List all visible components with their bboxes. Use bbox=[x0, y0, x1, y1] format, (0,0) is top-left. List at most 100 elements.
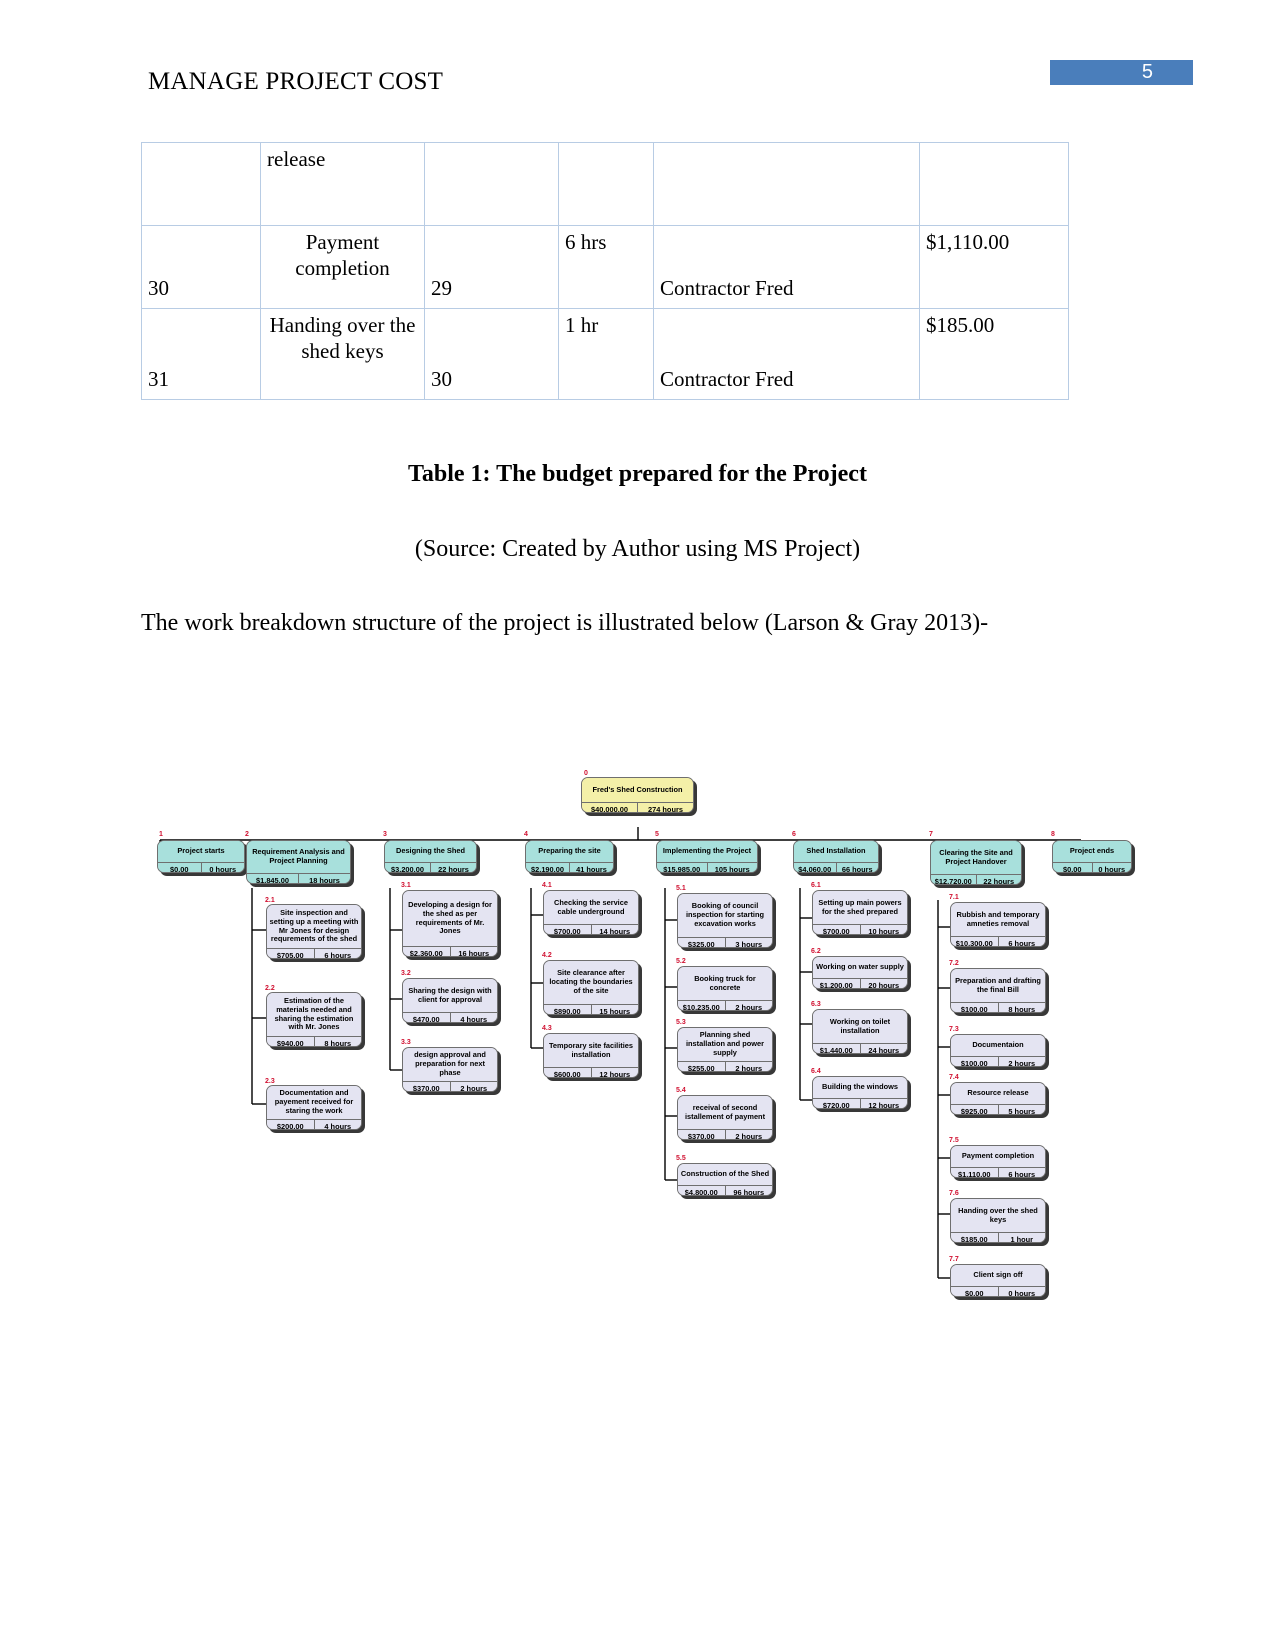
wbs-node-4-1[interactable]: Checking the service cable underground $… bbox=[543, 890, 639, 935]
wbs-node-cost: $4,060.00 bbox=[794, 863, 837, 872]
wbs-node-hours: 105 hours bbox=[707, 863, 757, 872]
wbs-node-hours: 2 hours bbox=[450, 1082, 497, 1091]
wbs-node-hours: 2 hours bbox=[725, 1130, 772, 1139]
wbs-connectors bbox=[159, 827, 1082, 1279]
wbs-node-hours: 6 hours bbox=[314, 949, 361, 958]
wbs-node-hours: 10 hours bbox=[860, 925, 907, 934]
wbs-number-4-3: 4.3 bbox=[542, 1025, 552, 1032]
wbs-node-cost: $925.00 bbox=[951, 1105, 999, 1114]
wbs-node-hours: 4 hours bbox=[314, 1120, 361, 1129]
wbs-node-3-1[interactable]: Developing a design for the shed as per … bbox=[402, 890, 498, 957]
wbs-number-5-2: 5.2 bbox=[676, 958, 686, 965]
wbs-node-hours: 0 hours bbox=[998, 1287, 1045, 1296]
wbs-node-7-6[interactable]: Handing over the shed keys $185.00 1 hou… bbox=[950, 1198, 1046, 1243]
wbs-number-2-2: 2.2 bbox=[265, 985, 275, 992]
wbs-node-label: Fred's Shed Construction bbox=[582, 778, 693, 803]
wbs-node-4[interactable]: Preparing the site $2,190.00 41 hours bbox=[525, 840, 614, 873]
wbs-node-hours: 5 hours bbox=[998, 1105, 1045, 1114]
wbs-node-5-1[interactable]: Booking of council inspection for starti… bbox=[677, 893, 773, 948]
wbs-node-label: Documentaion bbox=[951, 1035, 1045, 1057]
wbs-node-cost: $720.00 bbox=[813, 1099, 861, 1108]
wbs-node-3-2[interactable]: Sharing the design with client for appro… bbox=[402, 978, 498, 1023]
wbs-node-6-1[interactable]: Setting up main powers for the shed prep… bbox=[812, 890, 908, 935]
wbs-node-label: Handing over the shed keys bbox=[951, 1199, 1045, 1233]
wbs-node-2-1[interactable]: Site inspection and setting up a meeting… bbox=[266, 904, 362, 959]
wbs-node-hours: 22 hours bbox=[976, 875, 1021, 884]
wbs-node-label: receival of second istallement of paymen… bbox=[678, 1096, 772, 1130]
wbs-node-cost: $255.00 bbox=[678, 1062, 726, 1071]
wbs-number-3: 3 bbox=[383, 831, 387, 838]
wbs-number-7-1: 7.1 bbox=[949, 894, 959, 901]
wbs-node-hours: 18 hours bbox=[299, 874, 350, 883]
wbs-node-cost: $470.00 bbox=[403, 1013, 451, 1022]
wbs-node-cost: $1,440.00 bbox=[813, 1044, 861, 1053]
wbs-number-5: 5 bbox=[655, 831, 659, 838]
wbs-node-3-3[interactable]: design approval and preparation for next… bbox=[402, 1047, 498, 1092]
wbs-node-hours: 22 hours bbox=[431, 863, 476, 872]
wbs-number-4-2: 4.2 bbox=[542, 952, 552, 959]
wbs-node-label: Project ends bbox=[1053, 841, 1131, 863]
wbs-node-6-2[interactable]: Working on water supply $1,200.00 20 hou… bbox=[812, 956, 908, 989]
wbs-node-cost: $10,235.00 bbox=[678, 1001, 726, 1010]
wbs-node-hours: 8 hours bbox=[314, 1037, 361, 1046]
wbs-node-cost: $1,200.00 bbox=[813, 979, 861, 988]
wbs-node-cost: $325.00 bbox=[678, 938, 726, 947]
wbs-node-5[interactable]: Implementing the Project $15,985.00 105 … bbox=[656, 840, 758, 873]
wbs-number-7-6: 7.6 bbox=[949, 1190, 959, 1197]
wbs-node-hours: 41 hours bbox=[570, 863, 613, 872]
wbs-node-5-4[interactable]: receival of second istallement of paymen… bbox=[677, 1095, 773, 1140]
wbs-node-cost: $100.00 bbox=[951, 1057, 999, 1066]
wbs-node-hours: 0 hours bbox=[1092, 863, 1131, 872]
wbs-node-7-7[interactable]: Client sign off $0.00 0 hours bbox=[950, 1264, 1046, 1297]
wbs-node-label: Preparing the site bbox=[526, 841, 613, 863]
wbs-node-7[interactable]: Clearing the Site and Project Handover $… bbox=[930, 840, 1022, 885]
wbs-node-label: Checking the service cable underground bbox=[544, 891, 638, 925]
wbs-node-label: Developing a design for the shed as per … bbox=[403, 891, 497, 947]
wbs-number-6-4: 6.4 bbox=[811, 1068, 821, 1075]
wbs-node-5-3[interactable]: Planning shed installation and power sup… bbox=[677, 1027, 773, 1072]
wbs-node-7-3[interactable]: Documentaion $100.00 2 hours bbox=[950, 1034, 1046, 1067]
wbs-node-label: Setting up main powers for the shed prep… bbox=[813, 891, 907, 925]
wbs-node-label: Sharing the design with client for appro… bbox=[403, 979, 497, 1013]
wbs-node-hours: 14 hours bbox=[591, 925, 638, 934]
wbs-node-1[interactable]: Project starts $0.00 0 hours bbox=[157, 840, 245, 873]
wbs-node-hours: 2 hours bbox=[725, 1062, 772, 1071]
wbs-node-7-5[interactable]: Payment completion $1,110.00 6 hours bbox=[950, 1145, 1046, 1178]
wbs-node-5-2[interactable]: Booking truck for concrete $10,235.00 2 … bbox=[677, 966, 773, 1011]
wbs-node-cost: $185.00 bbox=[951, 1233, 999, 1242]
wbs-number-0: 0 bbox=[584, 770, 588, 777]
wbs-node-5-5[interactable]: Construction of the Shed $4,800.00 96 ho… bbox=[677, 1163, 773, 1196]
wbs-node-7-1[interactable]: Rubbish and temporary amneties removal $… bbox=[950, 902, 1046, 947]
wbs-number-6-3: 6.3 bbox=[811, 1001, 821, 1008]
wbs-node-7-2[interactable]: Preparation and drafting the final Bill … bbox=[950, 968, 1046, 1013]
wbs-node-6-3[interactable]: Working on toilet installation $1,440.00… bbox=[812, 1009, 908, 1054]
wbs-node-2[interactable]: Requirement Analysis and Project Plannin… bbox=[246, 840, 351, 884]
wbs-node-label: Working on toilet installation bbox=[813, 1010, 907, 1044]
wbs-node-cost: $10,300.00 bbox=[951, 937, 999, 946]
wbs-node-2-3[interactable]: Documentation and payement received for … bbox=[266, 1085, 362, 1130]
wbs-node-hours: 16 hours bbox=[450, 947, 497, 956]
wbs-number-2-1: 2.1 bbox=[265, 897, 275, 904]
wbs-node-label: design approval and preparation for next… bbox=[403, 1048, 497, 1082]
wbs-node-label: Shed Installation bbox=[794, 841, 878, 863]
wbs-node-hours: 12 hours bbox=[591, 1068, 638, 1077]
wbs-node-label: Building the windows bbox=[813, 1077, 907, 1099]
wbs-node-6-4[interactable]: Building the windows $720.00 12 hours bbox=[812, 1076, 908, 1109]
wbs-node-4-2[interactable]: Site clearance after locating the bounda… bbox=[543, 960, 639, 1015]
wbs-node-6[interactable]: Shed Installation $4,060.00 66 hours bbox=[793, 840, 879, 873]
wbs-node-cost: $4,800.00 bbox=[678, 1186, 726, 1195]
wbs-number-7-7: 7.7 bbox=[949, 1256, 959, 1263]
wbs-node-cost: $2,360.00 bbox=[403, 947, 451, 956]
wbs-node-3[interactable]: Designing the Shed $3,200.00 22 hours bbox=[384, 840, 477, 873]
wbs-node-2-2[interactable]: Estimation of the materials needed and s… bbox=[266, 992, 362, 1047]
wbs-node-8[interactable]: Project ends $0.00 0 hours bbox=[1052, 840, 1132, 873]
wbs-node-7-4[interactable]: Resource release $925.00 5 hours bbox=[950, 1082, 1046, 1115]
wbs-node-0[interactable]: Fred's Shed Construction $40,000.00 274 … bbox=[581, 777, 694, 813]
wbs-node-4-3[interactable]: Temporary site facilities installation $… bbox=[543, 1033, 639, 1078]
wbs-number-5-3: 5.3 bbox=[676, 1019, 686, 1026]
wbs-node-cost: $705.00 bbox=[267, 949, 315, 958]
wbs-node-hours: 66 hours bbox=[836, 863, 878, 872]
wbs-node-label: Designing the Shed bbox=[385, 841, 476, 863]
wbs-number-6: 6 bbox=[792, 831, 796, 838]
wbs-number-2: 2 bbox=[245, 831, 249, 838]
